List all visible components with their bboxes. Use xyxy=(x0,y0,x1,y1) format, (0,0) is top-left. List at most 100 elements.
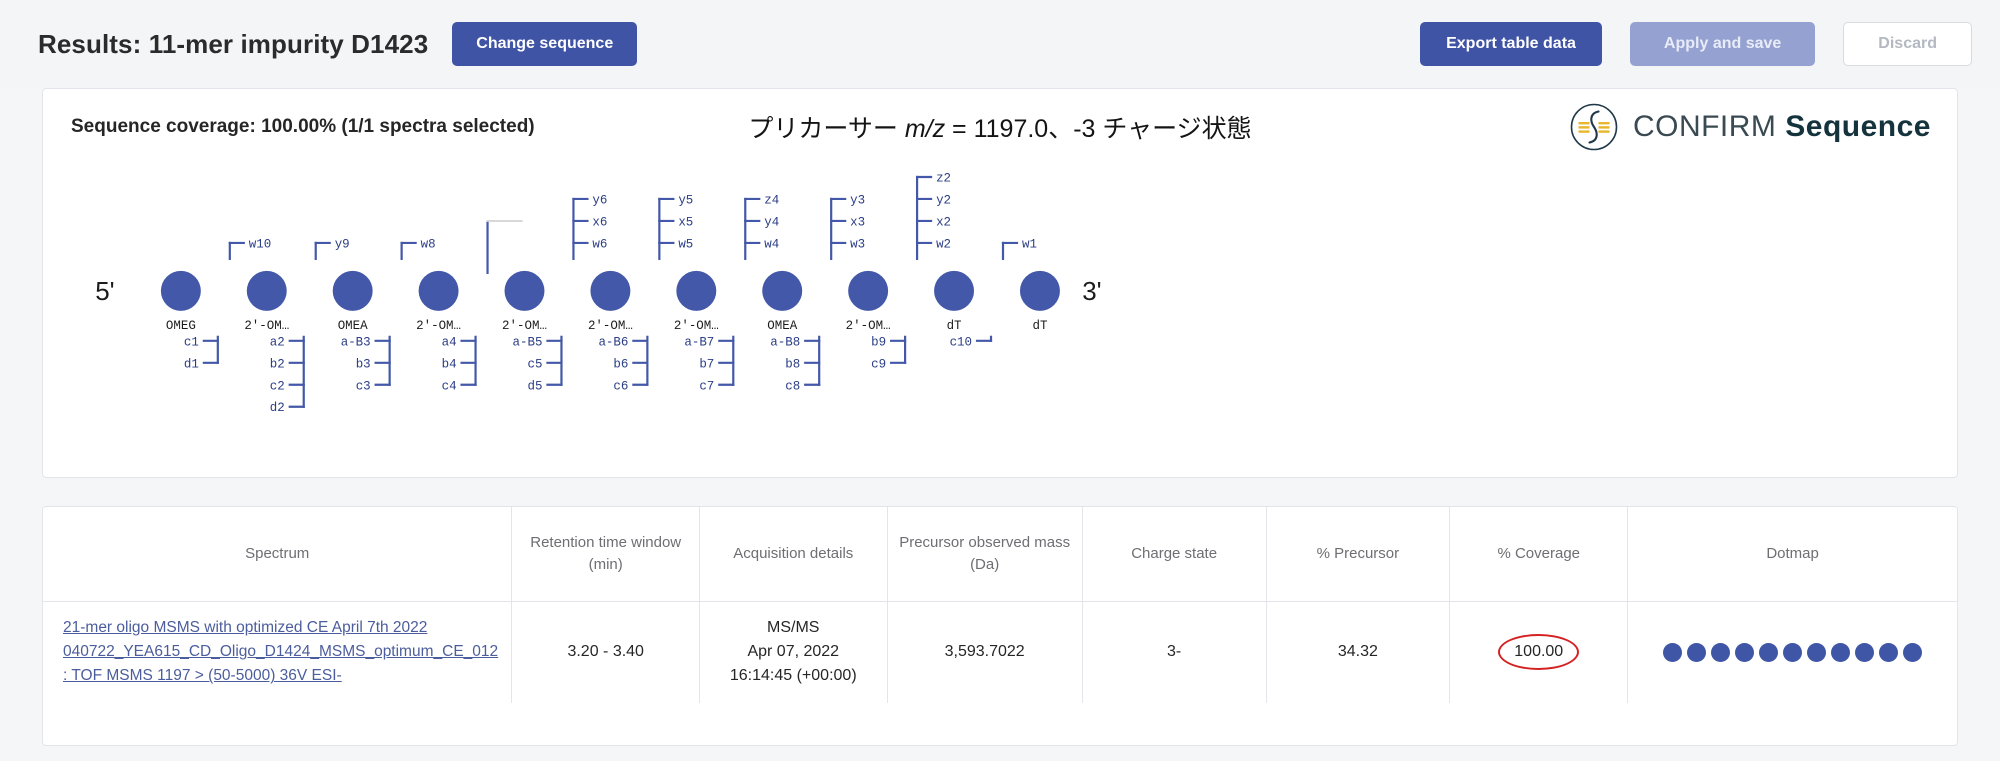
five-prime-label: 5' xyxy=(95,276,114,306)
bottom-ion-label-c6: c6 xyxy=(613,379,628,393)
bottom-ion-label-b6: b6 xyxy=(613,357,628,371)
bottom-ion-label-b4: b4 xyxy=(442,357,457,371)
column-header-spectrum[interactable]: Spectrum xyxy=(43,507,513,602)
top-ion-label-w3: w3 xyxy=(850,237,865,251)
logo-word-sequence: Sequence xyxy=(1785,110,1931,143)
acquisition-type: MS/MS xyxy=(767,619,820,637)
top-ion-label-y6: y6 xyxy=(592,193,607,207)
apply-and-save-button[interactable]: Apply and save xyxy=(1629,22,1816,66)
column-header-dotmap[interactable]: Dotmap xyxy=(1627,507,1957,602)
column-header-acquisition-details[interactable]: Acquisition details xyxy=(698,507,888,602)
precursor-prefix: プリカーサー xyxy=(748,115,905,143)
residue-label: 2'-OM… xyxy=(502,319,547,333)
residue-circle[interactable] xyxy=(1019,270,1060,311)
top-ion-label-y5: y5 xyxy=(678,193,693,207)
residue-circle[interactable] xyxy=(418,270,459,311)
confirm-logo-icon xyxy=(1570,103,1618,151)
column-header-precursor-mass[interactable]: Precursor observed mass (Da) xyxy=(886,507,1083,602)
three-prime-label: 3' xyxy=(1082,276,1101,306)
discard-button[interactable]: Discard xyxy=(1843,22,1972,66)
dotmap-dot xyxy=(1663,642,1683,662)
coverage-value-wrapper: 100.00 xyxy=(1498,634,1580,671)
cell-charge-state: 3- xyxy=(1081,600,1267,703)
bottom-ion-label-d1: d1 xyxy=(184,357,199,371)
top-ion-label-z2: z2 xyxy=(936,171,951,185)
dotmap-dot xyxy=(1831,642,1851,662)
spectra-table: Spectrum Retention time window (min) Acq… xyxy=(43,507,1957,703)
column-header-charge-state[interactable]: Charge state xyxy=(1081,507,1267,602)
top-ion-label-x5: x5 xyxy=(678,215,693,229)
table-row[interactable]: 21-mer oligo MSMS with optimized CE Apri… xyxy=(43,600,1957,703)
page-title: Results: 11-mer impurity D1423 xyxy=(38,28,429,59)
top-ion-label-y2: y2 xyxy=(936,193,951,207)
top-ion-label-z4: z4 xyxy=(764,193,779,207)
precursor-suffix: = 1197.0、-3 チャージ状態 xyxy=(945,115,1252,143)
top-ion-label-w6: w6 xyxy=(592,237,607,251)
confirm-logo-text: CONFIRM Sequence xyxy=(1633,110,1931,144)
top-ion-label-w1: w1 xyxy=(1022,237,1037,251)
acquisition-time: 16:14:45 (+00:00) xyxy=(729,667,857,685)
residue-circle[interactable] xyxy=(762,270,803,311)
residue-label: 2'-OM… xyxy=(846,319,891,333)
cell-spectrum: 21-mer oligo MSMS with optimized CE Apri… xyxy=(43,600,513,703)
bottom-ion-label-b9: b9 xyxy=(871,335,886,349)
confirm-sequence-logo: CONFIRM Sequence xyxy=(1569,102,1931,152)
top-ion-label-x3: x3 xyxy=(850,215,865,229)
bottom-ion-label-a2: a2 xyxy=(270,335,285,349)
precursor-mz-symbol: m/z xyxy=(904,115,946,143)
coverage-value: 100.00 xyxy=(1514,643,1564,661)
spectrum-link[interactable]: 21-mer oligo MSMS with optimized CE Apri… xyxy=(63,619,498,685)
residue-label: OMEA xyxy=(338,319,368,333)
residue-circle[interactable] xyxy=(504,270,545,311)
residue-label: 2'-OM… xyxy=(588,319,633,333)
bottom-ion-label-c8: c8 xyxy=(785,379,800,393)
cell-percent-coverage: 100.00 xyxy=(1449,600,1629,703)
residue-circle[interactable] xyxy=(590,270,631,311)
toolbar-actions: Export table data Apply and save Discard xyxy=(1420,22,1972,66)
bottom-ion-label-a-B8: a-B8 xyxy=(770,335,800,349)
dotmap-dot xyxy=(1807,642,1827,662)
cell-retention-time: 3.20 - 3.40 xyxy=(511,600,700,703)
top-ion-label-y9: y9 xyxy=(335,237,350,251)
residue-circle[interactable] xyxy=(676,270,717,311)
residue-label: OMEA xyxy=(767,319,797,333)
sequence-coverage-card: Sequence coverage: 100.00% (1/1 spectra … xyxy=(42,88,1958,478)
bottom-ion-label-a-B6: a-B6 xyxy=(598,335,628,349)
residue-circle[interactable] xyxy=(332,270,373,311)
residue-circle[interactable] xyxy=(848,270,889,311)
top-ion-label-w4: w4 xyxy=(764,237,779,251)
bottom-ion-label-a-B3: a-B3 xyxy=(341,335,371,349)
acquisition-date: Apr 07, 2022 xyxy=(747,643,840,661)
column-header-percent-coverage[interactable]: % Coverage xyxy=(1449,507,1629,602)
change-sequence-button[interactable]: Change sequence xyxy=(452,22,638,66)
bottom-ion-label-c1: c1 xyxy=(184,335,199,349)
sequence-fragment-map: 5' 3' OMEG c1 d1 2'-OM… w10 a2 b2 c2 d2 OMEA y9 a-B3 b… xyxy=(95,171,1101,415)
residue-label: 2'-OM… xyxy=(416,319,461,333)
top-ion-label-y3: y3 xyxy=(850,193,865,207)
dotmap-dot xyxy=(1687,642,1707,662)
bottom-ion-label-d2: d2 xyxy=(270,401,285,415)
dotmap-dot xyxy=(1759,642,1779,662)
bottom-ion-label-a-B5: a-B5 xyxy=(513,335,543,349)
top-ion-label-w2: w2 xyxy=(936,237,951,251)
bottom-ion-label-c4: c4 xyxy=(442,379,457,393)
top-ion-label-x2: x2 xyxy=(936,215,951,229)
cell-precursor-mass: 3,593.7022 xyxy=(886,600,1083,703)
bottom-ion-label-c2: c2 xyxy=(270,379,285,393)
cell-dotmap xyxy=(1627,600,1957,703)
export-table-data-button[interactable]: Export table data xyxy=(1420,22,1602,66)
column-header-percent-precursor[interactable]: % Precursor xyxy=(1265,507,1451,602)
top-ion-label-w10: w10 xyxy=(249,237,271,251)
precursor-annotation: プリカーサー m/z = 1197.0、-3 チャージ状態 xyxy=(748,109,1251,145)
residue-circle[interactable] xyxy=(246,270,287,311)
dotmap-dot xyxy=(1879,642,1899,662)
spectra-table-card: Spectrum Retention time window (min) Acq… xyxy=(42,506,1958,746)
residue-circle[interactable] xyxy=(934,270,975,311)
bottom-ion-label-c9: c9 xyxy=(871,357,886,371)
dotmap-dots xyxy=(1638,642,1947,662)
column-header-retention-time[interactable]: Retention time window (min) xyxy=(511,507,700,602)
residue-circle[interactable] xyxy=(160,270,201,311)
bottom-ion-label-c3: c3 xyxy=(356,379,371,393)
top-toolbar: Results: 11-mer impurity D1423 Change se… xyxy=(0,0,2000,88)
bottom-ion-label-a4: a4 xyxy=(442,335,457,349)
